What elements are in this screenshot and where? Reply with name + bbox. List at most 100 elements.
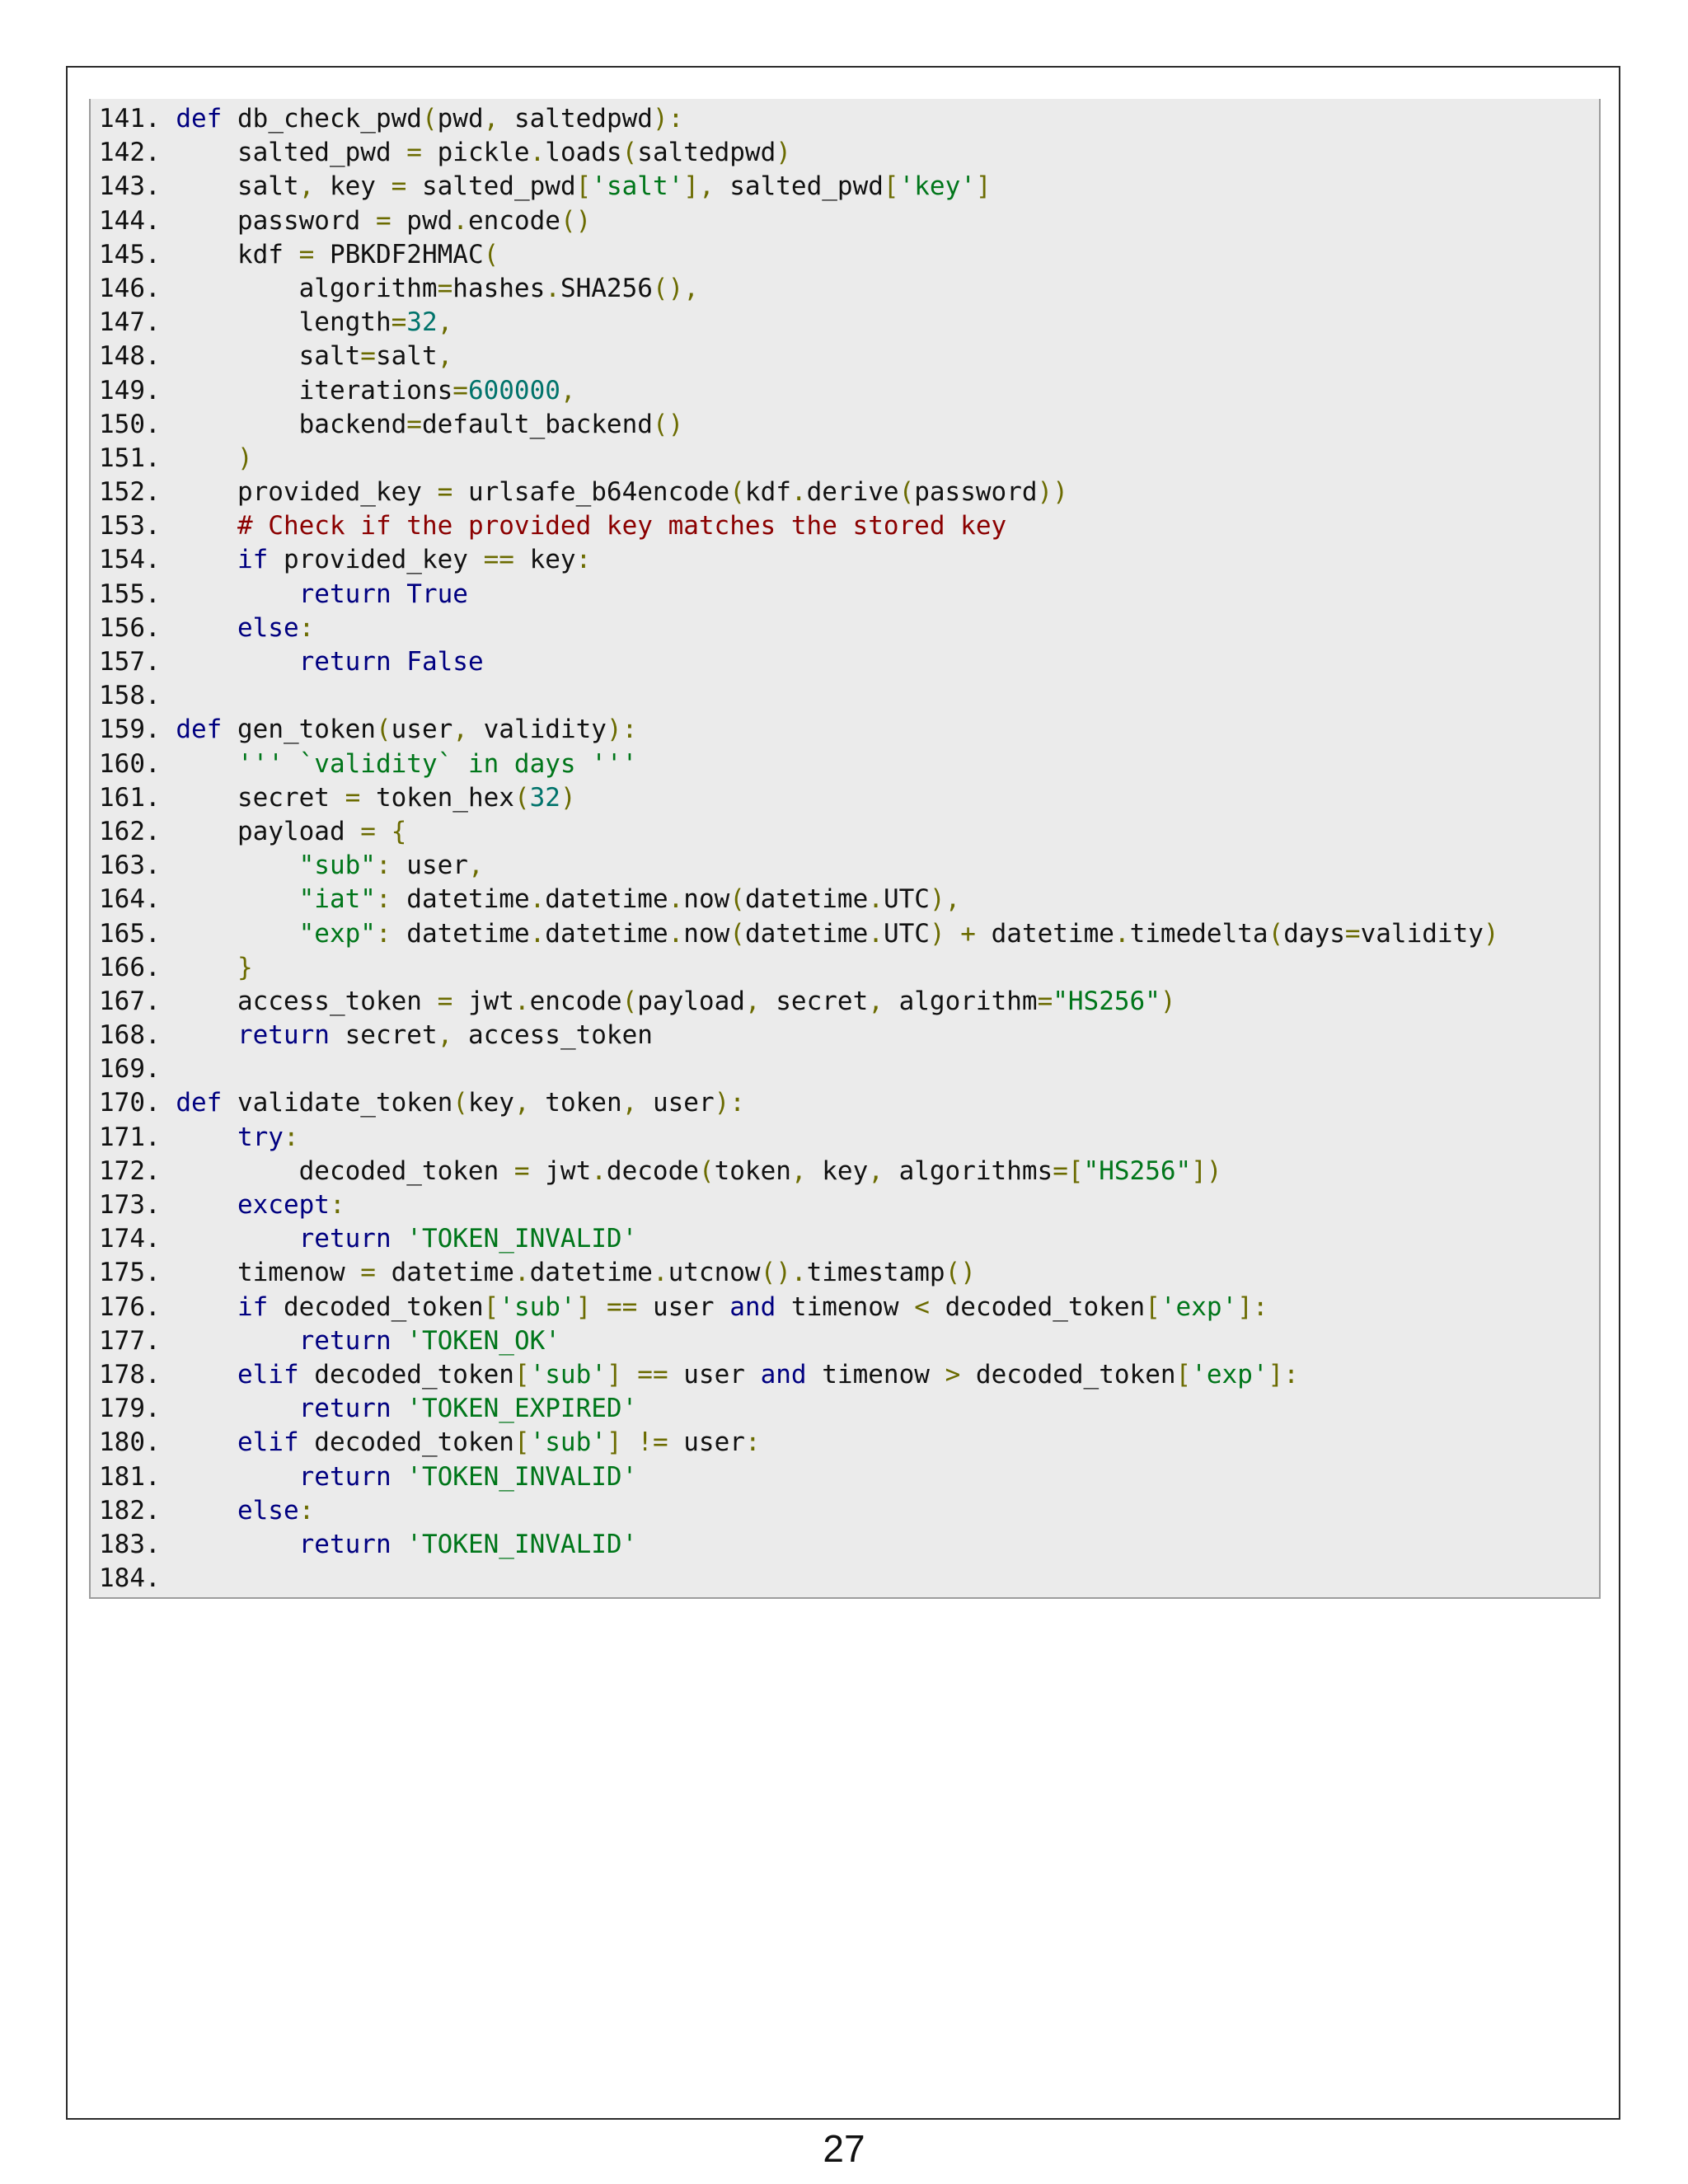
code-line: 183. return 'TOKEN_INVALID'	[91, 1528, 1599, 1562]
code-token: ,	[437, 1020, 453, 1051]
code-token: =	[437, 986, 453, 1016]
code-token: .	[868, 884, 884, 915]
code-token: algorithms	[883, 1155, 1053, 1186]
code-token: {	[391, 816, 407, 846]
code-line: 149. iterations=600000,	[91, 374, 1599, 408]
code-token: pwd	[391, 205, 453, 236]
code-token: 'TOKEN_INVALID'	[406, 1461, 638, 1492]
code-line: 147. length=32,	[91, 306, 1599, 340]
code-token: =	[437, 477, 453, 508]
code-token: validate_token	[222, 1088, 453, 1118]
code-token: .	[513, 1258, 530, 1288]
code-token: 'TOKEN_INVALID'	[406, 1529, 638, 1559]
code-line: 161. secret = token_hex(32)	[91, 781, 1599, 815]
line-number: 180.	[99, 1427, 161, 1458]
code-token: 'exp'	[1191, 1359, 1268, 1390]
code-token: if	[237, 1291, 269, 1322]
code-token: ):	[606, 715, 638, 745]
code-token: 'sub'	[529, 1359, 607, 1390]
code-line: 141. def db_check_pwd(pwd, saltedpwd):	[91, 102, 1599, 136]
code-line: 150. backend=default_backend()	[91, 408, 1599, 442]
code-line: 153. # Check if the provided key matches…	[91, 509, 1599, 543]
line-number: 164.	[99, 884, 161, 915]
code-token: decoded_token	[298, 1427, 514, 1458]
code-token: ()	[652, 409, 684, 439]
code-token: db_check_pwd	[222, 104, 422, 134]
line-number: 151.	[99, 443, 161, 473]
code-token: salted_pwd	[160, 138, 407, 168]
line-number: 177.	[99, 1325, 161, 1356]
code-token: 'TOKEN_OK'	[406, 1325, 560, 1356]
code-token: salt	[160, 341, 361, 372]
code-token: UTC	[883, 918, 930, 949]
line-number: 145.	[99, 239, 161, 269]
code-token: 32	[529, 782, 560, 813]
code-line: 169.	[91, 1052, 1599, 1086]
code-token: (	[1268, 918, 1284, 949]
code-token: validity	[467, 715, 607, 745]
code-token: (	[452, 1088, 468, 1118]
code-token: hashes	[452, 273, 546, 303]
code-token: =	[1344, 918, 1361, 949]
code-token: ]:	[1237, 1291, 1268, 1322]
code-token: ,	[437, 307, 453, 338]
line-number: 182.	[99, 1495, 161, 1526]
code-token: return	[298, 1325, 392, 1356]
code-token: return	[298, 1224, 392, 1254]
code-line: 168. return secret, access_token	[91, 1019, 1599, 1052]
code-token: datetime	[975, 918, 1114, 949]
code-token: (	[375, 715, 392, 745]
line-number: 156.	[99, 612, 161, 643]
code-token: access_token	[160, 986, 438, 1016]
code-line: 176. if decoded_token['sub'] == user and…	[91, 1291, 1599, 1324]
code-token: user	[391, 851, 468, 881]
code-token: elif	[237, 1359, 299, 1390]
code-line: 144. password = pwd.encode()	[91, 204, 1599, 238]
code-token: ()	[560, 205, 592, 236]
line-number: 171.	[99, 1122, 161, 1152]
line-number: 179.	[99, 1394, 161, 1424]
code-token: # Check if the provided key matches the …	[237, 511, 1007, 541]
code-token: =	[391, 171, 407, 202]
code-token: UTC	[883, 884, 930, 915]
code-token: =	[513, 1155, 530, 1186]
code-token: datetime	[545, 918, 668, 949]
code-token: key	[467, 1088, 514, 1118]
code-token: ==	[637, 1359, 668, 1390]
code-line: 180. elif decoded_token['sub'] != user:	[91, 1426, 1599, 1460]
line-number: 160.	[99, 748, 161, 779]
code-token: .	[452, 205, 468, 236]
code-token: return	[298, 1461, 392, 1492]
code-token: [	[513, 1427, 530, 1458]
code-token: ,	[452, 715, 468, 745]
code-token: pickle	[421, 138, 530, 168]
code-token: if	[237, 545, 269, 575]
code-token: token_hex	[360, 782, 514, 813]
code-token: ,	[621, 1088, 638, 1118]
code-token: user	[637, 1291, 730, 1322]
code-token: key	[806, 1155, 869, 1186]
code-token: ==	[483, 545, 514, 575]
code-token: (	[729, 884, 745, 915]
code-token: datetime	[744, 918, 869, 949]
code-token: +	[960, 918, 976, 949]
code-token: =	[298, 239, 315, 269]
code-token: =	[437, 273, 453, 303]
code-token: (	[483, 239, 499, 269]
line-number: 178.	[99, 1359, 161, 1390]
code-token: length	[160, 307, 392, 338]
code-token: "HS256"	[1053, 986, 1160, 1016]
code-token: =[	[1053, 1155, 1084, 1186]
code-token: except	[237, 1190, 330, 1220]
